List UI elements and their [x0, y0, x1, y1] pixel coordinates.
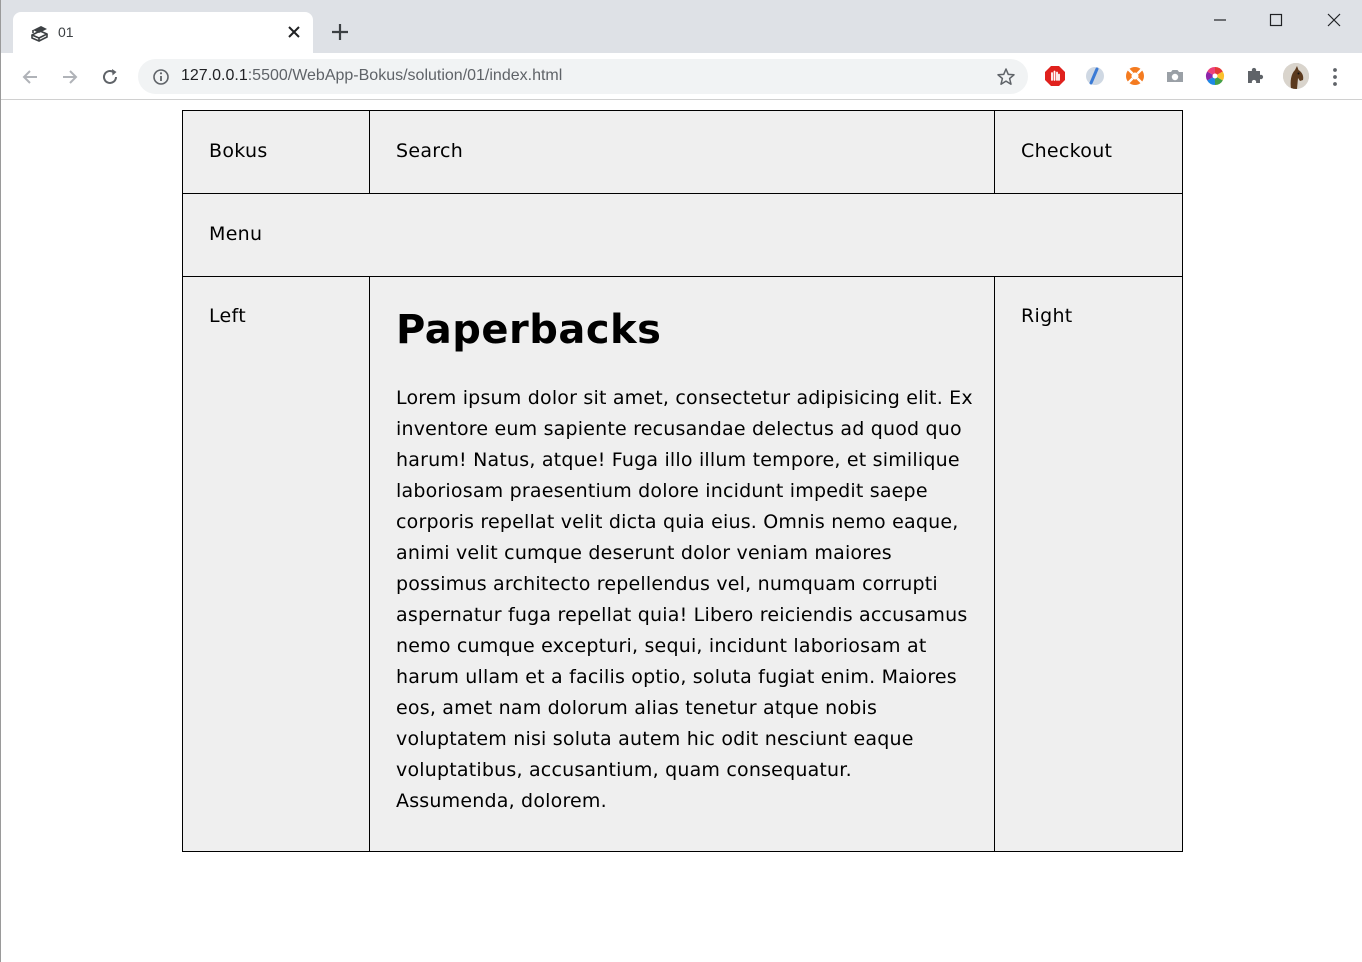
reload-icon[interactable]	[99, 66, 121, 88]
page-title: Paperbacks	[396, 307, 662, 353]
address-bar[interactable]: 127.0.0.1:5500/WebApp-Bokus/solution/01/…	[138, 59, 1028, 94]
back-arrow-icon[interactable]	[19, 66, 41, 88]
main-content: Paperbacks Lorem ipsum dolor sit amet, c…	[369, 276, 995, 852]
url-host: 127.0.0.1	[181, 67, 248, 84]
url-text[interactable]: 127.0.0.1:5500/WebApp-Bokus/solution/01/…	[181, 67, 562, 85]
site-info-icon[interactable]	[152, 68, 170, 86]
search-cell: Search	[369, 110, 995, 194]
minimize-icon[interactable]	[1208, 8, 1232, 32]
logo-cell: Bokus	[182, 110, 370, 194]
left-sidebar: Left	[182, 276, 370, 852]
main-paragraph: Lorem ipsum dolor sit amet, consectetur …	[396, 387, 973, 812]
page-grid: Bokus Search Checkout Menu Left Paperbac…	[182, 110, 1183, 852]
color-wheel-extension-icon[interactable]	[1204, 65, 1226, 87]
tab-title: 01	[58, 24, 74, 40]
close-tab-icon[interactable]	[287, 25, 301, 39]
profile-avatar[interactable]	[1283, 63, 1309, 89]
horse-avatar-icon	[1283, 63, 1309, 89]
menu-cell: Menu	[182, 193, 1183, 277]
forward-arrow-icon[interactable]	[59, 66, 81, 88]
checkout-cell: Checkout	[994, 110, 1183, 194]
browser-tab[interactable]: 01	[13, 12, 313, 53]
browser-toolbar: 127.0.0.1:5500/WebApp-Bokus/solution/01/…	[1, 53, 1362, 100]
url-path: :5500/WebApp-Bokus/solution/01/index.htm…	[247, 67, 563, 84]
shield-extension-icon[interactable]	[1084, 65, 1106, 87]
book-stack-icon	[31, 26, 48, 42]
web-page: Bokus Search Checkout Menu Left Paperbac…	[1, 100, 1362, 962]
adblock-extension-icon[interactable]	[1044, 65, 1066, 87]
maximize-icon[interactable]	[1264, 8, 1288, 32]
camera-extension-icon[interactable]	[1164, 65, 1186, 87]
more-menu-icon[interactable]	[1325, 66, 1345, 88]
bookmark-star-icon[interactable]	[996, 67, 1016, 87]
browser-window: 01 127.0.0.1:5500/WebApp-Bokus/solution/…	[0, 0, 1362, 962]
close-window-icon[interactable]	[1322, 8, 1346, 32]
tab-strip: 01	[1, 0, 1362, 53]
puzzle-extensions-icon[interactable]	[1244, 65, 1266, 87]
new-tab-icon[interactable]	[330, 22, 350, 42]
lifebuoy-extension-icon[interactable]	[1124, 65, 1146, 87]
right-sidebar: Right	[994, 276, 1183, 852]
